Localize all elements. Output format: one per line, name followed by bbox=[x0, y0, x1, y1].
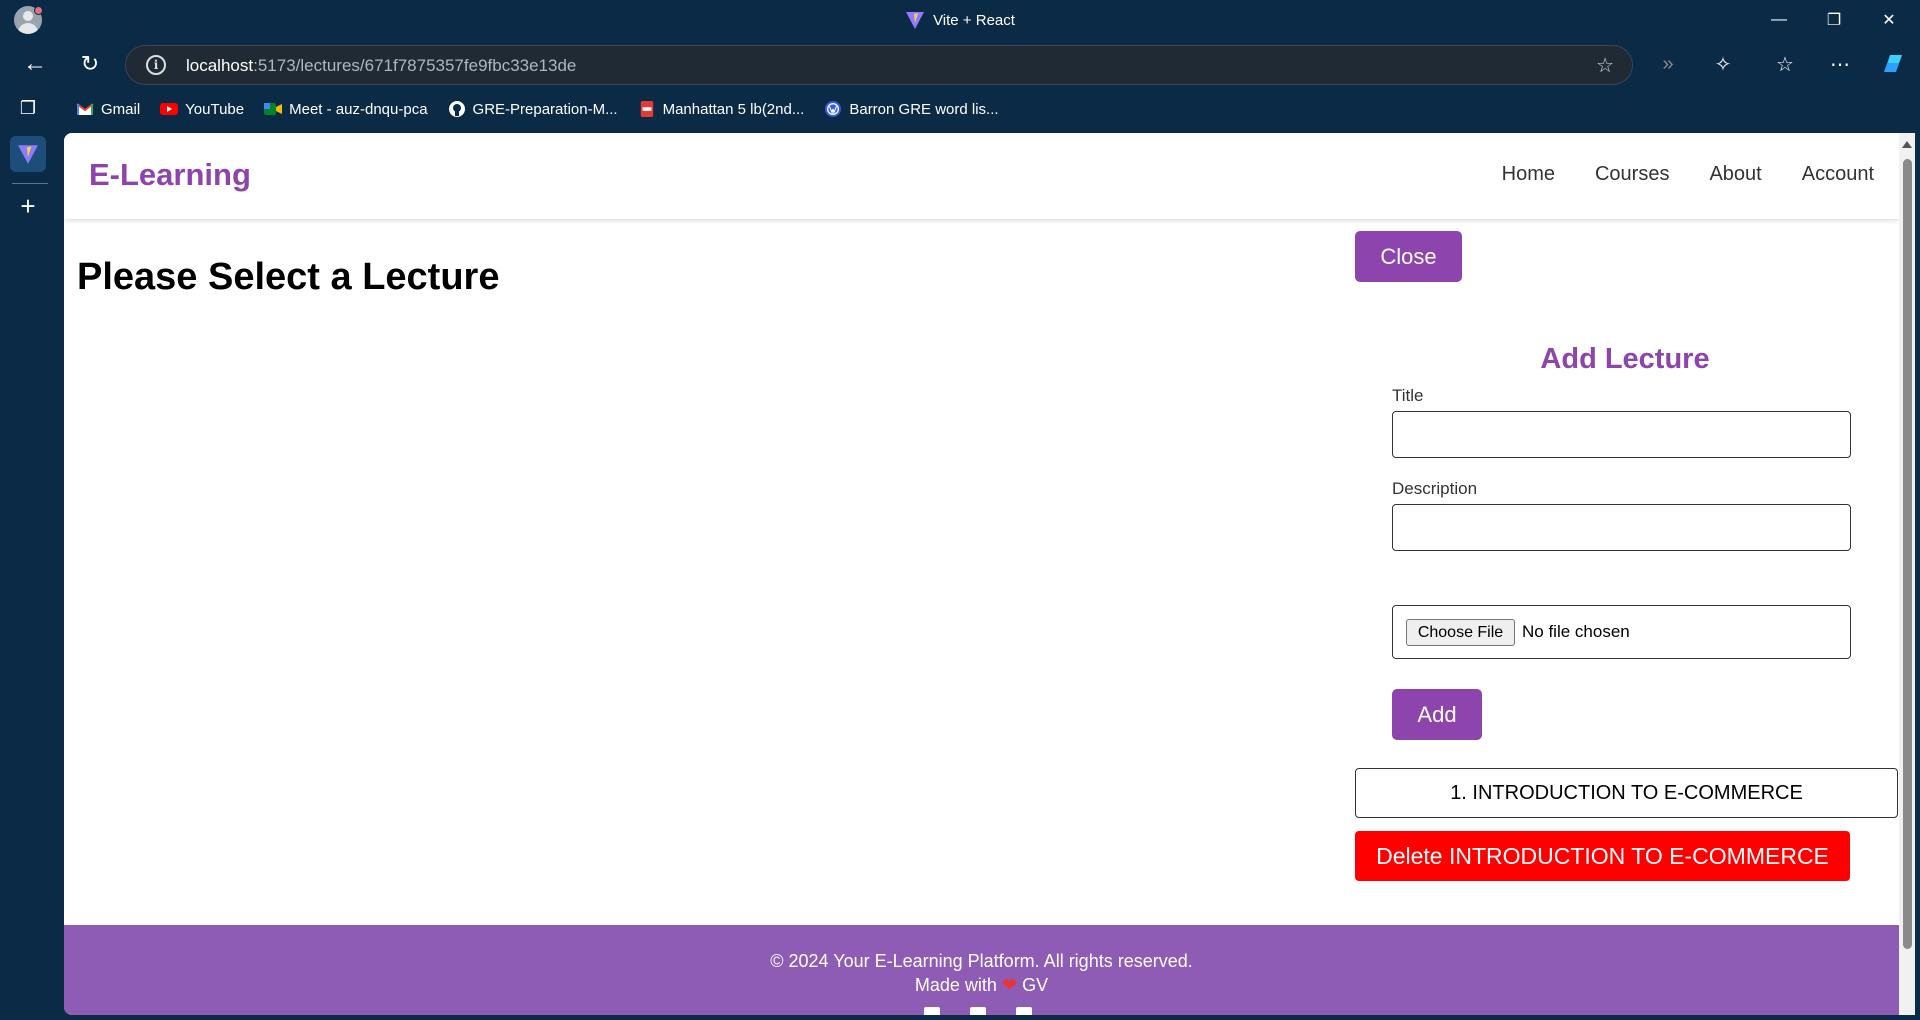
scroll-up-icon[interactable] bbox=[1902, 141, 1912, 148]
tab-vite-react[interactable] bbox=[10, 136, 46, 172]
meet-icon bbox=[264, 103, 283, 115]
url-text[interactable]: localhost:5173/lectures/671f7875357fe9fb… bbox=[186, 56, 576, 76]
footer-made-with: Made with ❤ GV bbox=[914, 975, 1049, 995]
bookmark-manhattan[interactable]: Manhattan 5 lb(2nd... bbox=[638, 101, 804, 118]
tab-actions-icon[interactable]: ❐ bbox=[10, 90, 46, 126]
refresh-icon[interactable]: ↻ bbox=[70, 44, 110, 84]
site-info-icon[interactable]: i bbox=[146, 55, 166, 75]
github-icon bbox=[448, 101, 465, 117]
delete-lecture-button[interactable]: Delete INTRODUCTION TO E-COMMERCE bbox=[1355, 831, 1850, 881]
facebook-icon[interactable] bbox=[924, 1007, 940, 1015]
nav-about[interactable]: About bbox=[1709, 163, 1761, 186]
bookmarks-bar: Gmail YouTube Meet - auz-dnqu-pca GRE-Pr… bbox=[76, 96, 999, 122]
vite-logo-icon bbox=[18, 145, 38, 164]
choose-file-button[interactable]: Choose File bbox=[1406, 619, 1515, 646]
bookmark-barron[interactable]: Barron GRE word lis... bbox=[824, 101, 999, 118]
address-bar[interactable]: i localhost:5173/lectures/671f7875357fe9… bbox=[125, 45, 1633, 85]
window-title-text: Vite + React bbox=[933, 11, 1015, 29]
site-header: E-Learning Home Courses About Account bbox=[64, 133, 1899, 219]
wordpress-icon bbox=[825, 101, 842, 117]
title-label: Title bbox=[1392, 386, 1424, 405]
minimize-icon[interactable]: — bbox=[1755, 0, 1803, 40]
bookmark-meet[interactable]: Meet - auz-dnqu-pca bbox=[264, 101, 428, 118]
close-window-icon[interactable]: ✕ bbox=[1865, 0, 1913, 40]
heart-icon: ❤ bbox=[1001, 975, 1018, 995]
bookmark-youtube[interactable]: YouTube bbox=[160, 101, 244, 118]
nav-account[interactable]: Account bbox=[1802, 163, 1874, 186]
footer-copyright: © 2024 Your E-Learning Platform. All rig… bbox=[770, 951, 1193, 971]
lecture-item[interactable]: 1. INTRODUCTION TO E-COMMERCE bbox=[1355, 768, 1898, 818]
pdf-icon bbox=[640, 101, 653, 117]
title-bar: Vite + React — ❐ ✕ bbox=[0, 0, 1920, 40]
file-input[interactable]: Choose File No file chosen bbox=[1392, 605, 1851, 659]
add-button[interactable]: Add bbox=[1392, 689, 1482, 740]
instagram-icon[interactable] bbox=[1016, 1007, 1032, 1015]
close-button[interactable]: Close bbox=[1355, 231, 1462, 282]
scrollbar-thumb[interactable] bbox=[1903, 159, 1912, 949]
restore-icon[interactable]: ❐ bbox=[1810, 0, 1858, 40]
nav-home[interactable]: Home bbox=[1502, 163, 1555, 186]
browser-toolbar: ← ↻ i localhost:5173/lectures/671f787535… bbox=[0, 44, 1920, 86]
copilot-icon[interactable] bbox=[1873, 44, 1913, 84]
extension-forward-icon[interactable]: » bbox=[1648, 44, 1688, 84]
more-options-icon[interactable]: ⋯ bbox=[1820, 44, 1860, 84]
site-footer: © 2024 Your E-Learning Platform. All rig… bbox=[64, 925, 1899, 1015]
description-input[interactable] bbox=[1392, 504, 1851, 551]
window-title: Vite + React bbox=[0, 0, 1920, 40]
extensions-icon[interactable]: ✧ bbox=[1703, 44, 1743, 84]
page-scrollbar[interactable] bbox=[1899, 133, 1915, 1015]
social-links bbox=[924, 1007, 1032, 1015]
file-status: No file chosen bbox=[1522, 622, 1630, 641]
youtube-icon bbox=[160, 103, 179, 115]
tab-divider bbox=[12, 183, 48, 184]
vite-logo-icon bbox=[906, 12, 925, 29]
twitter-icon[interactable] bbox=[970, 1007, 986, 1015]
form-title: Add Lecture bbox=[1540, 343, 1710, 375]
site-logo[interactable]: E-Learning bbox=[89, 157, 251, 193]
favorite-star-icon[interactable]: ☆ bbox=[1596, 53, 1614, 78]
nav-courses[interactable]: Courses bbox=[1595, 163, 1669, 186]
bookmark-github[interactable]: GRE-Preparation-M... bbox=[448, 101, 618, 118]
title-input[interactable] bbox=[1392, 411, 1851, 458]
page-viewport: E-Learning Home Courses About Account Pl… bbox=[64, 133, 1915, 1015]
description-label: Description bbox=[1392, 479, 1478, 498]
gmail-icon bbox=[76, 103, 94, 115]
bookmark-gmail[interactable]: Gmail bbox=[76, 101, 140, 118]
main-nav: Home Courses About Account bbox=[1502, 163, 1874, 186]
new-tab-icon[interactable]: + bbox=[10, 188, 46, 224]
back-icon[interactable]: ← bbox=[15, 44, 55, 84]
favorites-icon[interactable]: ☆ bbox=[1765, 44, 1805, 84]
page-title: Please Select a Lecture bbox=[77, 256, 500, 298]
